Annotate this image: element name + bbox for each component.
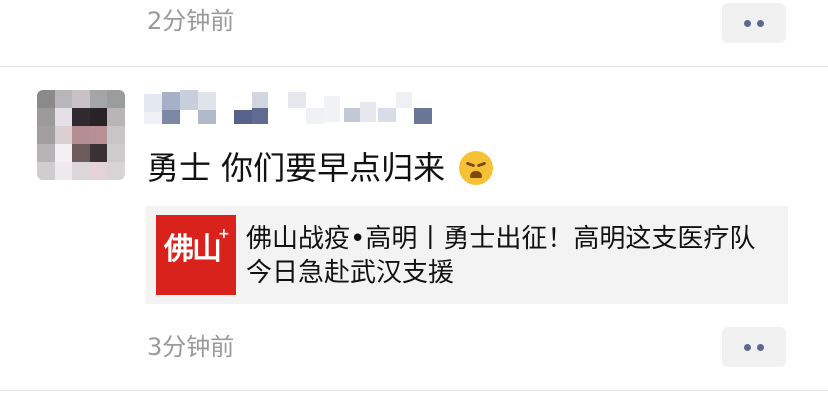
crying-laughing-emoji-icon [459,151,494,185]
divider [0,390,828,391]
user-nickname-blurred[interactable] [144,88,434,130]
comment-text: 勇士 你们要早点归来 [147,149,446,187]
article-title: 佛山战疫•高明丨勇士出征！高明这支医疗队今日急赴武汉支援 [246,224,756,288]
more-dot-icon [744,19,751,27]
previous-comment-more-button[interactable] [722,3,786,43]
foshan-logo-text: 佛山 [164,232,222,267]
more-dot-icon [744,343,751,351]
comment-more-button[interactable] [722,327,786,367]
logo-plus-mark: + [218,226,230,242]
avatar[interactable] [37,90,125,180]
previous-comment-time: 2分钟前 [147,7,235,35]
comment-time: 3分钟前 [147,333,235,361]
shared-article-card[interactable]: 佛山 + 佛山战疫•高明丨勇士出征！高明这支医疗队今日急赴武汉支援 [146,206,788,304]
more-dot-icon [757,19,764,27]
divider [0,66,828,67]
article-thumbnail: 佛山 + [156,215,236,295]
comment-text-line: 勇士 你们要早点归来 [147,148,494,188]
more-dot-icon [757,343,764,351]
